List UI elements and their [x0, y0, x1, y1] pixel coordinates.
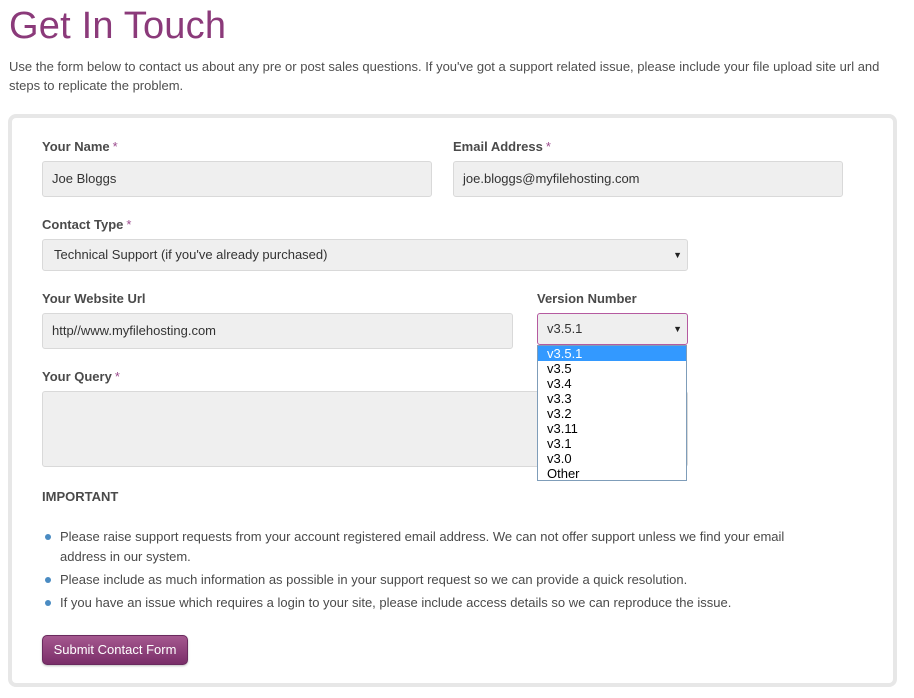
version-option[interactable]: v3.2 — [538, 406, 686, 421]
important-heading: IMPORTANT — [42, 489, 119, 504]
important-notes-list: Please raise support requests from your … — [42, 527, 832, 616]
required-marker: * — [114, 369, 120, 384]
important-note-text: If you have an issue which requires a lo… — [60, 595, 732, 610]
version-option[interactable]: v3.3 — [538, 391, 686, 406]
version-option[interactable]: v3.4 — [538, 376, 686, 391]
version-label: Version Number — [537, 291, 637, 307]
email-input[interactable]: joe.bloggs@myfilehosting.com — [453, 161, 843, 197]
version-option[interactable]: Other — [538, 466, 686, 481]
important-note-text: Please raise support requests from your … — [60, 529, 785, 564]
version-option[interactable]: v3.5.1 — [538, 346, 686, 361]
contact-type-label: Contact Type * — [42, 217, 131, 233]
version-select[interactable]: v3.5.1 ▼ — [537, 313, 688, 345]
email-label-text: Email Address — [453, 139, 543, 154]
website-label-text: Your Website Url — [42, 291, 146, 306]
submit-contact-form-button[interactable]: Submit Contact Form — [42, 635, 188, 665]
intro-text: Use the form below to contact us about a… — [9, 59, 880, 93]
important-note: If you have an issue which requires a lo… — [42, 593, 832, 613]
name-label: Your Name * — [42, 139, 118, 155]
version-label-text: Version Number — [537, 291, 637, 306]
dropdown-arrow-icon: ▼ — [673, 250, 682, 260]
bullet-icon — [45, 600, 51, 606]
version-dropdown-list[interactable]: v3.5.1 v3.5 v3.4 v3.3 v3.2 v3.11 v3.1 v3.0 Other — [537, 345, 687, 481]
important-note-text: Please include as much information as po… — [60, 572, 688, 587]
query-label: Your Query * — [42, 369, 120, 385]
name-label-text: Your Name — [42, 139, 110, 154]
website-input[interactable]: http//www.myfilehosting.com — [42, 313, 513, 349]
version-option[interactable]: v3.1 — [538, 436, 686, 451]
name-input[interactable]: Joe Bloggs — [42, 161, 432, 197]
page-title: Get In Touch — [9, 5, 227, 47]
email-label: Email Address * — [453, 139, 551, 155]
contact-type-selected: Technical Support (if you've already pur… — [54, 247, 328, 262]
required-marker: * — [126, 217, 132, 232]
bullet-icon — [45, 577, 51, 583]
website-label: Your Website Url — [42, 291, 146, 307]
version-option[interactable]: v3.11 — [538, 421, 686, 436]
version-selected: v3.5.1 — [547, 321, 583, 336]
contact-type-label-text: Contact Type — [42, 217, 124, 232]
required-marker: * — [112, 139, 118, 154]
query-label-text: Your Query — [42, 369, 112, 384]
contact-type-select[interactable]: Technical Support (if you've already pur… — [42, 239, 688, 271]
important-note: Please raise support requests from your … — [42, 527, 832, 567]
bullet-icon — [45, 534, 51, 540]
required-marker: * — [545, 139, 551, 154]
important-note: Please include as much information as po… — [42, 570, 832, 590]
dropdown-arrow-icon: ▼ — [673, 324, 682, 334]
version-option[interactable]: v3.5 — [538, 361, 686, 376]
version-option[interactable]: v3.0 — [538, 451, 686, 466]
